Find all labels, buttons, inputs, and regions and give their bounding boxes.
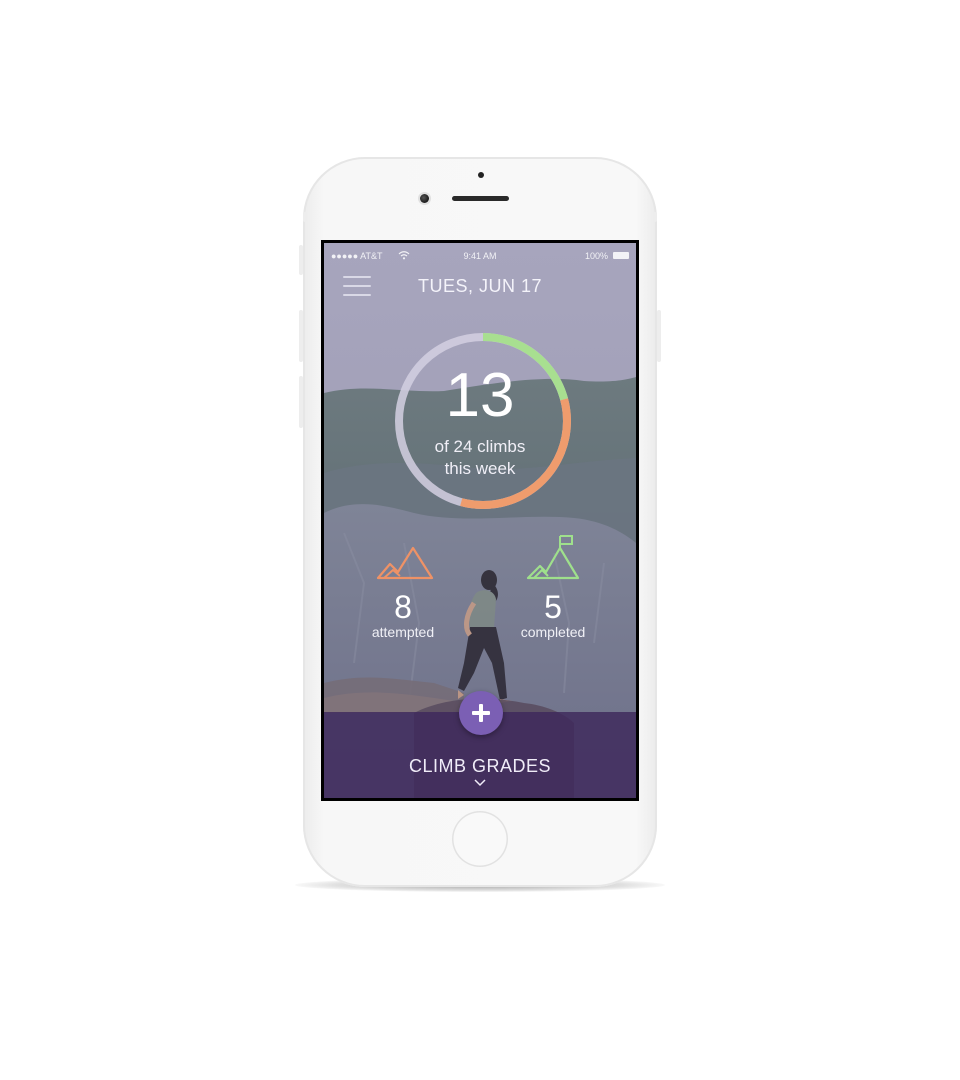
climb-count: 13 xyxy=(445,361,515,430)
power-button xyxy=(657,310,661,362)
antenna-band xyxy=(653,212,657,222)
completed-label: completed xyxy=(520,624,586,640)
volume-up-button xyxy=(299,310,303,362)
progress-subtitle-line2: this week xyxy=(444,459,516,478)
attempted-label: attempted xyxy=(371,624,435,640)
mute-switch xyxy=(299,245,303,275)
chevron-down-icon[interactable] xyxy=(474,779,486,787)
earpiece-speaker xyxy=(452,196,509,201)
battery-icon xyxy=(613,252,629,259)
mountain-icon xyxy=(376,546,434,580)
antenna-band xyxy=(303,212,307,222)
battery-percent: 100% xyxy=(584,251,608,261)
phone-screen: ●●●●● AT&T 9:41 AM 100% TUES, JUN 17 13 … xyxy=(321,240,639,801)
attempted-count: 8 xyxy=(394,589,412,625)
volume-down-button xyxy=(299,376,303,428)
home-button[interactable] xyxy=(452,811,508,867)
climb-grades-label[interactable]: CLIMB GRADES xyxy=(324,756,636,777)
progress-subtitle: of 24 climbs this week xyxy=(324,436,636,480)
proximity-sensor xyxy=(478,172,484,178)
attempted-stat: 8 attempted xyxy=(361,589,445,639)
completed-stat: 5 completed xyxy=(511,589,595,639)
front-camera xyxy=(420,194,429,203)
add-climb-button[interactable] xyxy=(459,691,503,735)
completed-count: 5 xyxy=(544,589,562,625)
progress-subtitle-line1: of 24 climbs xyxy=(434,437,526,456)
date-title: TUES, JUN 17 xyxy=(417,276,543,296)
mountain-flag-icon xyxy=(526,535,580,580)
app-screen: ●●●●● AT&T 9:41 AM 100% TUES, JUN 17 13 … xyxy=(324,243,636,798)
status-bar: ●●●●● AT&T 9:41 AM 100% xyxy=(324,249,636,263)
